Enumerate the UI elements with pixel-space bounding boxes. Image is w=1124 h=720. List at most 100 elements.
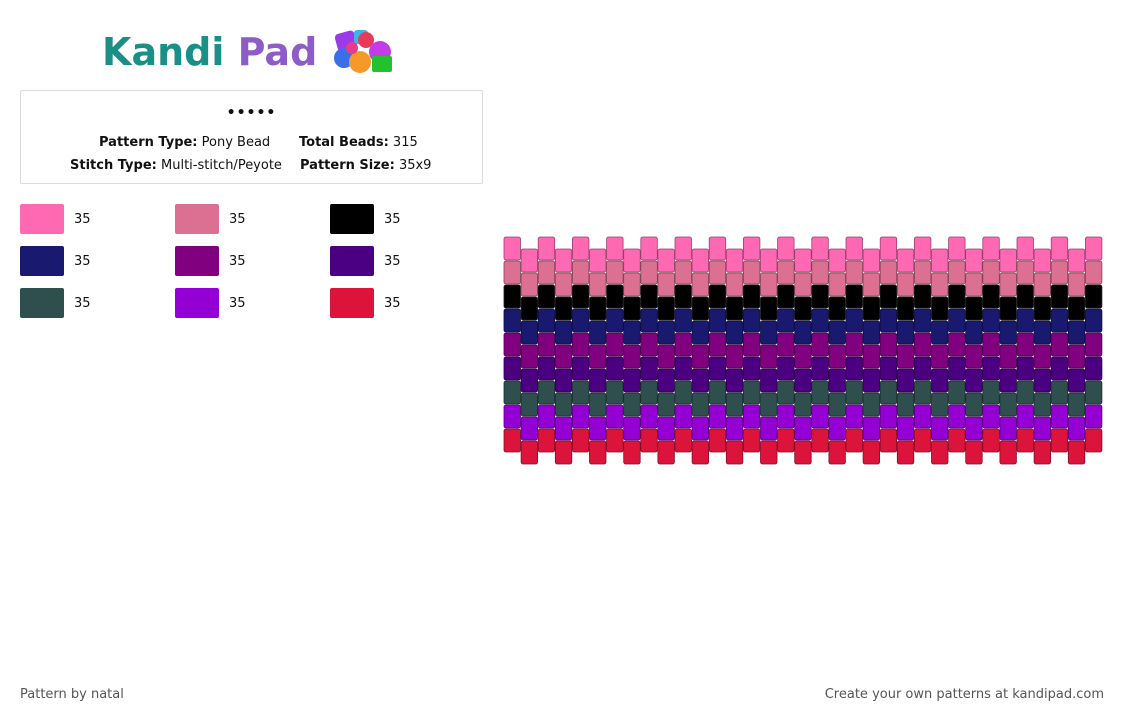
bead — [554, 392, 573, 417]
bead — [913, 236, 932, 261]
bead — [896, 392, 915, 417]
bead — [691, 248, 710, 273]
bead — [554, 248, 573, 273]
bead — [1085, 428, 1103, 453]
kandipad-logo[interactable]: Kandi Pad — [102, 24, 412, 80]
bead — [1085, 332, 1103, 357]
bead — [657, 296, 675, 321]
logo-kandi: Kandi — [102, 30, 225, 74]
bead — [1016, 404, 1034, 429]
bead — [674, 404, 692, 429]
bead — [623, 320, 641, 345]
bead — [520, 272, 539, 297]
bead — [931, 248, 949, 273]
bead — [1067, 272, 1086, 297]
bead — [640, 308, 658, 333]
bead — [691, 320, 710, 345]
bead — [777, 260, 795, 285]
palette-item: 35 — [175, 203, 246, 235]
bead — [862, 296, 881, 321]
bead — [811, 308, 829, 333]
color-swatch — [175, 246, 219, 276]
bead — [999, 440, 1017, 465]
bead — [572, 380, 590, 405]
bead — [674, 380, 692, 405]
pattern-type-row: Pattern Type: Pony Bead — [99, 135, 270, 150]
bead — [1016, 428, 1034, 453]
bead — [554, 296, 573, 321]
bead — [896, 416, 915, 441]
bead — [623, 296, 641, 321]
swatch-count: 35 — [229, 211, 246, 227]
bead — [828, 440, 846, 465]
stitch-type-label: Stitch Type: — [70, 158, 157, 173]
bead — [1033, 320, 1051, 345]
bead — [862, 248, 881, 273]
bead — [931, 440, 949, 465]
swatch-count: 35 — [74, 295, 91, 311]
bead — [503, 332, 521, 357]
bead — [1050, 380, 1069, 405]
bead — [1085, 260, 1103, 285]
bead — [982, 428, 1000, 453]
bead — [520, 248, 539, 273]
bead — [896, 296, 915, 321]
color-swatch — [330, 288, 374, 318]
bead — [708, 284, 727, 309]
bead — [1033, 416, 1051, 441]
stitch-type-value: Multi-stitch/Peyote — [161, 158, 282, 173]
bead — [1067, 392, 1086, 417]
bead — [879, 380, 898, 405]
swatch-count: 35 — [384, 295, 401, 311]
bead — [862, 344, 881, 369]
bead — [965, 416, 983, 441]
bead — [657, 392, 675, 417]
bead — [845, 332, 863, 357]
bead — [674, 308, 692, 333]
bead — [845, 308, 863, 333]
bead — [913, 284, 932, 309]
bead — [589, 272, 607, 297]
bead — [1050, 236, 1069, 261]
bead — [760, 416, 778, 441]
bead — [725, 296, 744, 321]
pattern-info-card: ••••• Pattern Type: Pony Bead Total Bead… — [20, 90, 483, 184]
bead — [862, 416, 881, 441]
bead — [948, 332, 966, 357]
bead — [1016, 356, 1034, 381]
bead — [913, 404, 932, 429]
bead — [623, 416, 641, 441]
bead — [777, 236, 795, 261]
bead — [640, 380, 658, 405]
bead — [674, 236, 692, 261]
bead — [708, 260, 727, 285]
kandipad-link[interactable]: Create your own patterns at kandipad.com — [825, 687, 1104, 702]
palette-item: 35 — [175, 245, 246, 277]
bead — [828, 296, 846, 321]
bead — [691, 344, 710, 369]
bead — [965, 344, 983, 369]
bead — [742, 308, 761, 333]
palette-item: 35 — [175, 287, 246, 319]
bead — [589, 392, 607, 417]
bead — [794, 320, 812, 345]
bead — [503, 284, 521, 309]
bead — [537, 308, 556, 333]
bead — [742, 236, 761, 261]
bead — [725, 368, 744, 393]
bead — [742, 380, 761, 405]
bead — [657, 416, 675, 441]
bead — [1050, 404, 1069, 429]
bead — [794, 344, 812, 369]
bead — [1016, 380, 1034, 405]
bead — [965, 248, 983, 273]
swatch-count: 35 — [74, 211, 91, 227]
bead — [760, 440, 778, 465]
bead — [674, 260, 692, 285]
bead — [879, 308, 898, 333]
bead — [657, 320, 675, 345]
bead — [1085, 404, 1103, 429]
bead — [777, 380, 795, 405]
bead — [537, 428, 556, 453]
palette-item: 35 — [20, 287, 91, 319]
